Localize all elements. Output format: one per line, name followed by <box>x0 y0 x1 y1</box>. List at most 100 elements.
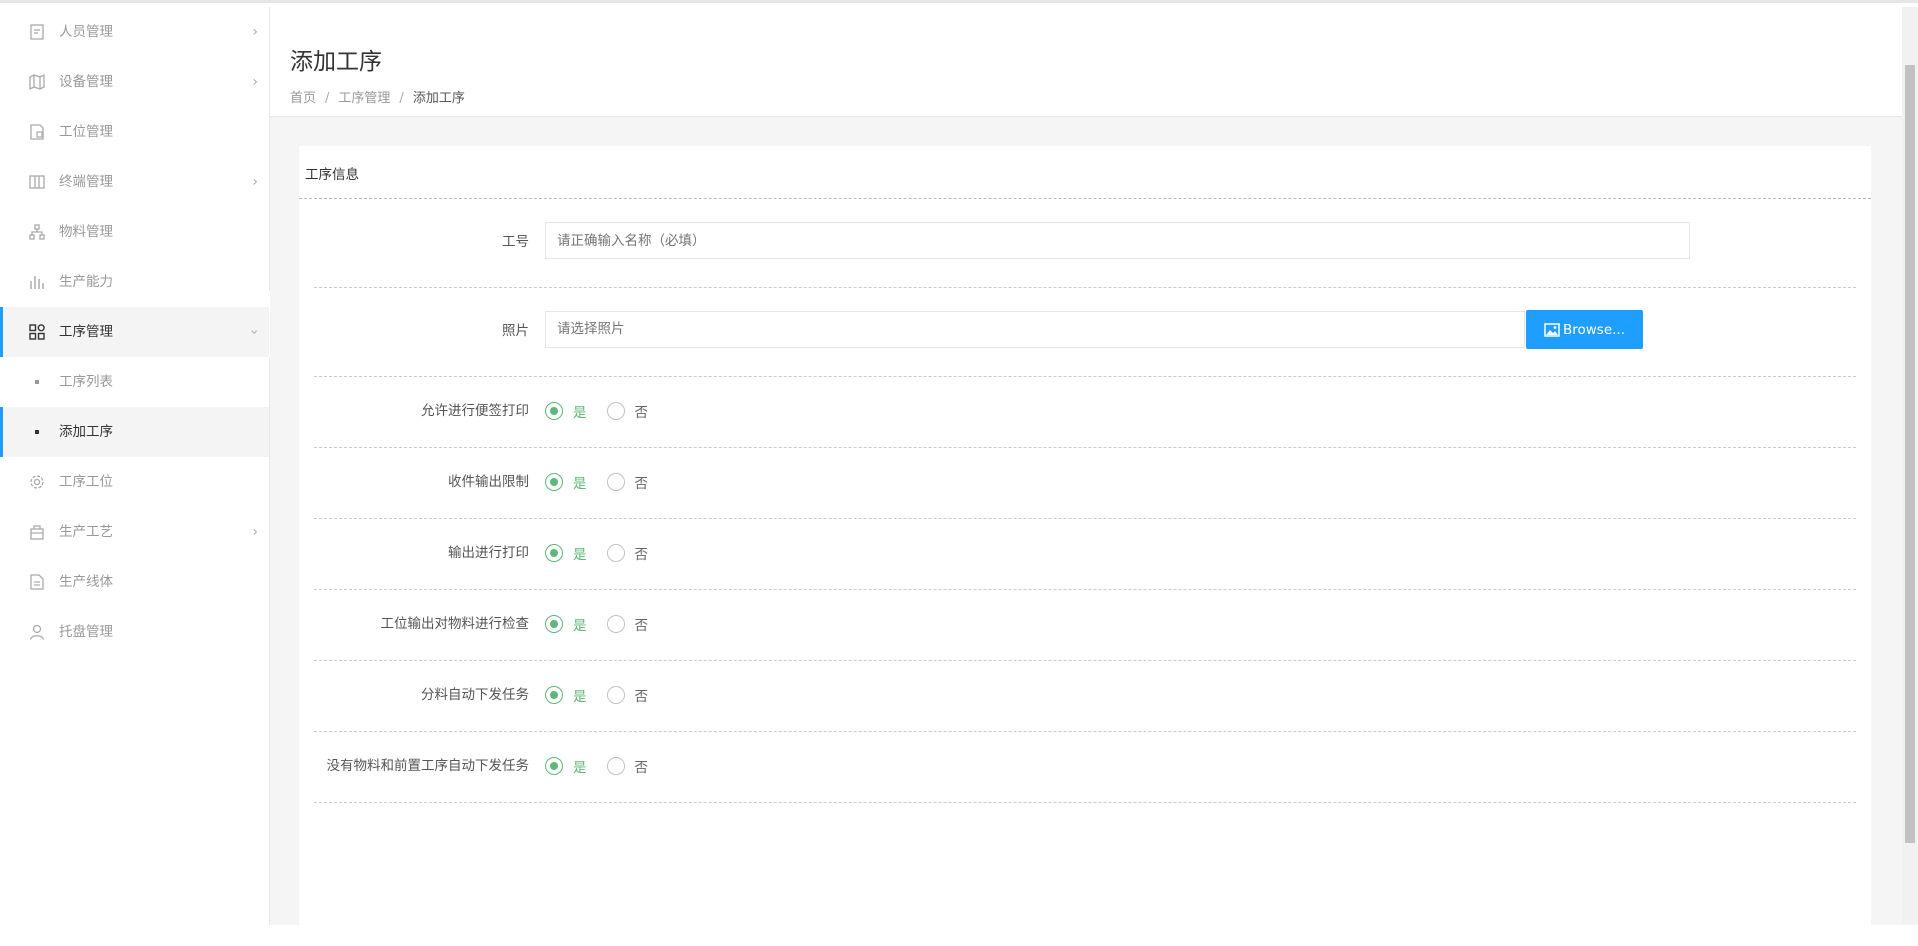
sidebar-item-user[interactable]: 托盘管理 <box>0 607 269 657</box>
sidebar: 人员管理 › 设备管理 › 工位管理 终端管理 › 物料管理 生产能力 工序管理 › 工序列表 … <box>0 7 270 925</box>
radio-unchecked-icon <box>606 473 625 491</box>
radio-label: 是 <box>573 618 587 634</box>
radio-label: 否 <box>634 476 649 492</box>
sidebar-subitem-add-process[interactable]: 添加工序 <box>0 407 269 457</box>
browse-button-label: Browse... <box>1562 321 1626 338</box>
sidebar-subitem-process-list[interactable]: 工序列表 <box>0 357 269 407</box>
radio-group: 是否 <box>545 471 668 493</box>
form-row-name: 工号 <box>314 198 1856 288</box>
radio-yes[interactable]: 是 <box>545 614 587 634</box>
photo-label: 照片 <box>502 323 529 339</box>
radio-group: 是否 <box>545 400 668 422</box>
name-label: 工号 <box>502 234 529 250</box>
sidebar-item-label: 物料管理 <box>59 224 113 240</box>
radio-group: 是否 <box>545 542 668 564</box>
name-input[interactable] <box>545 222 1690 259</box>
sidebar-item-map[interactable]: 设备管理 › <box>0 57 269 107</box>
radio-unchecked-icon <box>606 402 625 420</box>
sidebar-item-label: 设备管理 <box>59 74 113 90</box>
radio-checked-icon <box>545 402 563 420</box>
radio-group: 是否 <box>545 755 668 777</box>
top-border <box>0 0 1918 3</box>
radio-unchecked-icon <box>606 615 625 633</box>
form-row-option: 允许进行便签打印是否 <box>314 377 1856 448</box>
file-icon <box>30 574 44 590</box>
radio-label: 是 <box>573 689 587 705</box>
option-label: 没有物料和前置工序自动下发任务 <box>326 758 530 774</box>
main-content: 添加工序 首页 / 工序管理 / 添加工序 工序信息 工号 照片 请选择照片 Brows… <box>270 7 1902 946</box>
breadcrumb: 首页 / 工序管理 / 添加工序 <box>290 87 465 106</box>
breadcrumb-separator: / <box>325 91 330 106</box>
radio-label: 是 <box>573 405 587 421</box>
radio-unchecked-icon <box>606 544 625 562</box>
radio-label: 否 <box>634 760 649 776</box>
sidebar-item-gear[interactable]: 工序工位 <box>0 457 269 507</box>
sidebar-item-label: 生产能力 <box>59 274 113 290</box>
document-icon <box>30 24 44 40</box>
page-header: 添加工序 首页 / 工序管理 / 添加工序 <box>270 7 1902 117</box>
option-label: 分料自动下发任务 <box>421 687 529 703</box>
radio-checked-icon <box>545 686 563 704</box>
sidebar-group-process-management[interactable]: 工序管理 › <box>0 307 269 357</box>
form-row-option: 分料自动下发任务是否 <box>314 661 1856 732</box>
bar-chart-icon <box>30 276 44 289</box>
sidebar-item-label: 人员管理 <box>59 24 113 40</box>
sidebar-item-file[interactable]: 生产线体 <box>0 557 269 607</box>
sidebar-item-bar-chart[interactable]: 生产能力 <box>0 257 269 307</box>
radio-group: 是否 <box>545 684 668 706</box>
scrollbar-thumb[interactable] <box>1905 65 1915 843</box>
radio-no[interactable]: 否 <box>606 543 648 563</box>
sidebar-item-label: 工位管理 <box>59 124 113 140</box>
page-scrollbar[interactable] <box>1902 7 1918 925</box>
bullet-icon <box>35 430 39 434</box>
radio-checked-icon <box>545 757 563 775</box>
chevron-right-icon: › <box>252 24 258 40</box>
option-label: 允许进行便签打印 <box>421 403 529 419</box>
apps-grid-icon <box>29 324 45 340</box>
radio-group: 是否 <box>545 613 668 635</box>
radio-yes[interactable]: 是 <box>545 756 587 776</box>
image-icon <box>1544 322 1560 337</box>
process-info-card: 工序信息 工号 照片 请选择照片 Browse... 允许进行便签打印是否收件输… <box>299 146 1871 946</box>
sidebar-item-document[interactable]: 人员管理 › <box>0 7 269 57</box>
radio-yes[interactable]: 是 <box>545 472 587 492</box>
radio-checked-icon <box>545 544 563 562</box>
user-icon <box>29 624 45 640</box>
radio-no[interactable]: 否 <box>606 401 649 421</box>
radio-yes[interactable]: 是 <box>545 685 587 705</box>
breadcrumb-process-link[interactable]: 工序管理 <box>338 91 390 106</box>
breadcrumb-home-link[interactable]: 首页 <box>290 91 316 106</box>
browse-button[interactable]: Browse... <box>1526 310 1643 349</box>
sidebar-item-bag[interactable]: 生产工艺 › <box>0 507 269 557</box>
breadcrumb-separator: / <box>399 91 404 106</box>
radio-label: 否 <box>634 689 649 705</box>
sidebar-item-station-file[interactable]: 工位管理 <box>0 107 269 157</box>
radio-no[interactable]: 否 <box>606 685 649 705</box>
radio-label: 否 <box>634 405 649 421</box>
radio-label: 是 <box>573 547 587 563</box>
sidebar-item-label: 生产工艺 <box>59 524 113 540</box>
hierarchy-icon <box>29 224 45 240</box>
breadcrumb-current: 添加工序 <box>412 91 465 106</box>
columns-icon <box>29 175 45 189</box>
radio-yes[interactable]: 是 <box>545 401 587 421</box>
sidebar-subitem-label: 工序列表 <box>59 374 113 390</box>
radio-yes[interactable]: 是 <box>545 543 587 563</box>
radio-no[interactable]: 否 <box>606 756 649 776</box>
form-row-option: 工位输出对物料进行检查是否 <box>314 590 1856 661</box>
map-icon <box>29 73 45 91</box>
option-label: 工位输出对物料进行检查 <box>380 616 530 632</box>
chevron-right-icon: › <box>252 524 258 540</box>
sidebar-item-label: 托盘管理 <box>59 624 113 640</box>
sidebar-item-hierarchy[interactable]: 物料管理 <box>0 207 269 257</box>
sidebar-group-label: 工序管理 <box>59 324 113 340</box>
radio-unchecked-icon <box>606 686 625 704</box>
photo-input[interactable]: 请选择照片 <box>545 311 1525 348</box>
form-row-option: 输出进行打印是否 <box>314 519 1856 590</box>
radio-label: 是 <box>573 760 587 776</box>
sidebar-item-label: 生产线体 <box>59 574 113 590</box>
radio-no[interactable]: 否 <box>606 614 648 634</box>
sidebar-item-columns[interactable]: 终端管理 › <box>0 157 269 207</box>
radio-no[interactable]: 否 <box>606 472 649 492</box>
card-header: 工序信息 <box>299 146 1871 199</box>
